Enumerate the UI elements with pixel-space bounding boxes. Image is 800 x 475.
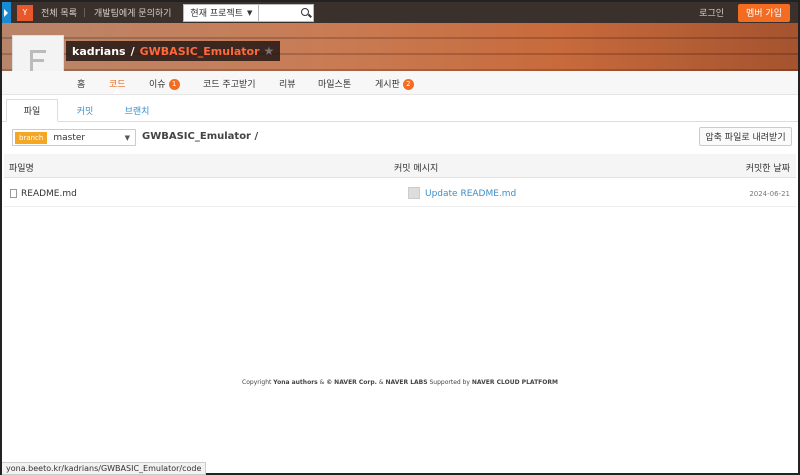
browser-status-url: yona.beeto.kr/kadrians/GWBASIC_Emulator/… bbox=[2, 462, 207, 475]
star-icon[interactable]: ★ bbox=[264, 44, 275, 58]
footer-cloud[interactable]: NAVER CLOUD PLATFORM bbox=[472, 379, 558, 386]
current-path: GWBASIC_Emulator / bbox=[142, 131, 259, 142]
project-select[interactable]: 현재 프로젝트 ▼ bbox=[183, 3, 260, 22]
signup-button[interactable]: 멤버 가입 bbox=[738, 3, 790, 22]
all-list-link[interactable]: 전체 목록 bbox=[41, 6, 77, 19]
separator: | bbox=[82, 7, 87, 18]
footer-amp: & bbox=[378, 379, 384, 386]
download-zip-button[interactable]: 압축 파일로 내려받기 bbox=[699, 127, 792, 146]
footer-labs[interactable]: NAVER LABS bbox=[385, 379, 427, 386]
footer-naver[interactable]: NAVER Corp. bbox=[334, 379, 377, 386]
footer: Copyright Yona authors & © NAVER Corp. &… bbox=[2, 379, 798, 386]
footer-supported: Supported by bbox=[429, 379, 470, 386]
file-table-header: 파일명 커밋 메시지 커밋한 날짜 bbox=[4, 154, 796, 178]
file-icon bbox=[10, 189, 17, 198]
table-row: README.md Update README.md 2024-06-21 bbox=[4, 180, 796, 207]
header-file-name: 파일명 bbox=[9, 164, 34, 174]
search-icon[interactable] bbox=[301, 7, 310, 16]
login-link[interactable]: 로그인 bbox=[699, 6, 724, 19]
project-nav: 홈 코드 이슈 1 코드 주고받기 리뷰 마일스톤 게시판 2 bbox=[2, 71, 798, 95]
nav-issues-label: 이슈 bbox=[149, 80, 166, 90]
active-tab-indicator bbox=[113, 89, 121, 94]
caret-down-icon: ▼ bbox=[246, 8, 253, 17]
top-bar: Y 전체 목록 | 개발팀에게 문의하기 현재 프로젝트 ▼ 로그인 멤버 가입 bbox=[2, 2, 798, 23]
board-count-badge: 2 bbox=[402, 79, 414, 90]
sidebar-toggle-icon[interactable] bbox=[2, 2, 11, 23]
header-commit-message: 커밋 메시지 bbox=[394, 164, 439, 174]
code-subtabs: 파일 커밋 브랜치 bbox=[2, 99, 798, 122]
branch-label: branch bbox=[15, 131, 48, 144]
avatar-glyph-icon bbox=[30, 50, 46, 72]
tab-commits[interactable]: 커밋 bbox=[62, 99, 108, 122]
contact-link[interactable]: 개발팀에게 문의하기 bbox=[94, 6, 171, 19]
nav-pull-requests[interactable]: 코드 주고받기 bbox=[203, 77, 256, 90]
issues-count-badge: 1 bbox=[168, 79, 180, 90]
tab-branches[interactable]: 브랜치 bbox=[114, 99, 160, 122]
project-select-label: 현재 프로젝트 bbox=[190, 9, 243, 19]
branch-select[interactable]: branch master ▼ bbox=[12, 129, 136, 146]
branch-value: master bbox=[53, 132, 86, 143]
project-title: kadrians / GWBASIC_Emulator ★ bbox=[66, 41, 281, 61]
nav-home[interactable]: 홈 bbox=[77, 77, 85, 90]
commit-message-link[interactable]: Update README.md bbox=[425, 189, 516, 199]
commit-date: 2024-06-21 bbox=[749, 190, 790, 198]
footer-copyright-symbol: © bbox=[326, 379, 333, 386]
footer-copyright: Copyright bbox=[242, 379, 272, 386]
footer-yona[interactable]: Yona authors bbox=[273, 379, 317, 386]
nav-milestones[interactable]: 마일스톤 bbox=[318, 77, 351, 90]
header-commit-date: 커밋한 날짜 bbox=[745, 164, 790, 174]
owner-link[interactable]: kadrians bbox=[72, 45, 126, 58]
nav-issues[interactable]: 이슈 1 bbox=[149, 77, 180, 90]
file-name-link[interactable]: README.md bbox=[21, 189, 77, 199]
footer-amp: & bbox=[319, 379, 325, 386]
yona-logo[interactable]: Y bbox=[17, 4, 33, 21]
committer-avatar[interactable] bbox=[408, 187, 420, 199]
nav-review[interactable]: 리뷰 bbox=[279, 77, 296, 90]
caret-down-icon: ▼ bbox=[124, 133, 130, 142]
search-input[interactable] bbox=[259, 3, 315, 22]
title-slash: / bbox=[130, 44, 135, 58]
tab-files[interactable]: 파일 bbox=[6, 99, 58, 122]
nav-board[interactable]: 게시판 2 bbox=[375, 77, 414, 90]
nav-board-label: 게시판 bbox=[375, 80, 400, 90]
repo-link[interactable]: GWBASIC_Emulator bbox=[140, 45, 260, 58]
top-right: 로그인 멤버 가입 bbox=[699, 3, 798, 22]
